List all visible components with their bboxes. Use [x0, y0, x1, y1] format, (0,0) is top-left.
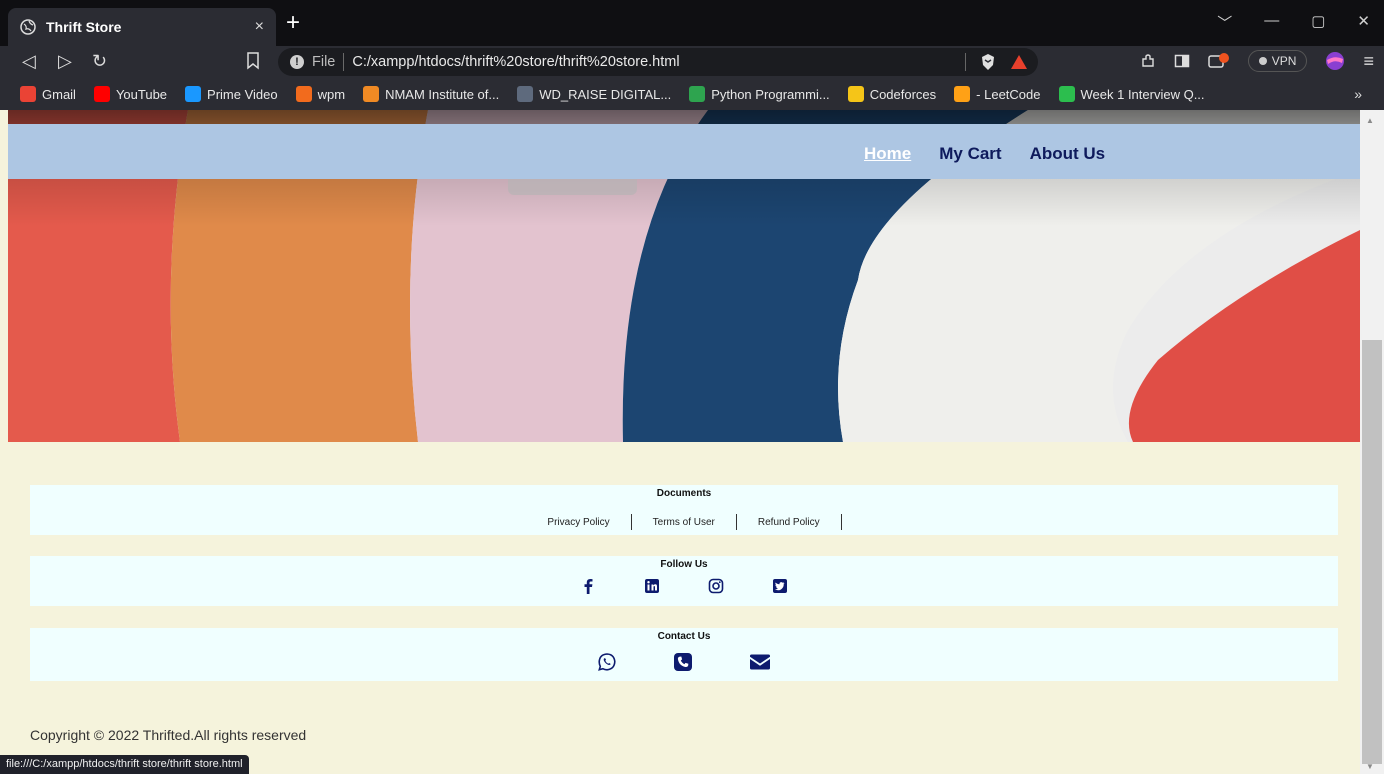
tab-list-chevron-icon[interactable]: ﹀: [1217, 12, 1232, 33]
email-icon[interactable]: [749, 653, 771, 671]
bookmark-icon[interactable]: [246, 52, 260, 70]
new-tab-button[interactable]: +: [286, 10, 300, 36]
bookmark-item[interactable]: - LeetCode: [954, 86, 1041, 102]
bookmark-favicon-icon: [20, 86, 36, 102]
bookmark-item[interactable]: Gmail: [20, 86, 76, 102]
close-window-icon[interactable]: ✕: [1357, 12, 1370, 33]
instagram-icon[interactable]: [708, 578, 724, 594]
nav-home-link[interactable]: Home: [864, 144, 911, 164]
link-divider: [840, 514, 842, 530]
vpn-label: VPN: [1271, 54, 1297, 68]
contact-icons: [30, 652, 1338, 672]
bookmark-label: Python Programmi...: [711, 86, 830, 102]
bookmark-favicon-icon: [847, 86, 864, 102]
vpn-button[interactable]: VPN: [1247, 50, 1308, 72]
address-divider: [965, 53, 966, 71]
minimize-icon[interactable]: —: [1264, 12, 1279, 33]
documents-links: Privacy Policy Terms of User Refund Poli…: [30, 514, 1338, 530]
social-icons: [30, 578, 1338, 594]
bookmark-favicon-icon: [689, 86, 706, 102]
bookmark-label: Gmail: [42, 86, 76, 102]
twitter-icon[interactable]: [772, 578, 788, 594]
bookmarks-overflow-button[interactable]: »: [1354, 86, 1362, 102]
bookmark-item[interactable]: Codeforces: [847, 86, 937, 102]
browser-tab[interactable]: Thrift Store ×: [8, 8, 276, 46]
terms-link[interactable]: Terms of User: [632, 517, 736, 528]
phone-icon[interactable]: [673, 652, 693, 672]
bookmark-favicon-icon: [185, 86, 202, 102]
brave-rewards-icon[interactable]: [1010, 54, 1028, 70]
hero-button-partial: [508, 179, 637, 195]
bookmarks-bar: Gmail YouTube Prime Video wpm NMAM Institute…: [0, 78, 1384, 110]
wallet-icon[interactable]: [1208, 52, 1230, 70]
bookmark-item[interactable]: NMAM Institute of...: [363, 86, 499, 102]
bookmark-label: Week 1 Interview Q...: [1080, 86, 1205, 102]
site-info-icon[interactable]: !: [290, 55, 304, 69]
refund-policy-link[interactable]: Refund Policy: [737, 517, 841, 528]
tab-title: Thrift Store: [46, 19, 122, 35]
bookmark-favicon-icon: [1058, 86, 1075, 102]
vpn-status-icon: [1258, 57, 1267, 65]
url-scheme-label: File: [312, 54, 336, 70]
scroll-thumb[interactable]: [1362, 340, 1382, 764]
bookmark-item[interactable]: Prime Video: [185, 86, 278, 102]
address-bar[interactable]: ! File C:/xampp/htdocs/thrift%20store/th…: [278, 48, 1038, 76]
restore-icon[interactable]: ▢: [1311, 12, 1325, 33]
globe-icon: [20, 19, 36, 35]
linkedin-icon[interactable]: [644, 578, 660, 594]
nav-cart-link[interactable]: My Cart: [939, 144, 1001, 164]
back-icon[interactable]: ◁: [22, 51, 36, 72]
bookmark-item[interactable]: YouTube: [93, 86, 168, 102]
browser-tab-strip: Thrift Store × + ﹀ — ▢ ✕: [0, 0, 1384, 46]
whatsapp-icon[interactable]: [597, 652, 617, 672]
copyright-text: Copyright © 2022 Thrifted.All rights res…: [30, 727, 307, 743]
documents-section: Documents Privacy Policy Terms of User R…: [30, 485, 1338, 535]
scroll-down-arrow-icon[interactable]: ▼: [1366, 762, 1374, 771]
bookmark-label: Codeforces: [869, 86, 937, 102]
tab-close-icon[interactable]: ×: [255, 18, 264, 36]
bookmark-label: YouTube: [115, 86, 168, 102]
bookmark-label: WD_RAISE DIGITAL...: [539, 86, 672, 102]
follow-us-title: Follow Us: [660, 559, 708, 570]
bookmark-item[interactable]: wpm: [295, 86, 346, 102]
link-status-bar: file:///C:/xampp/htdocs/thrift store/thr…: [0, 755, 249, 774]
bookmark-favicon-icon: [954, 86, 971, 102]
privacy-policy-link[interactable]: Privacy Policy: [526, 517, 630, 528]
bookmark-label: NMAM Institute of...: [385, 86, 500, 102]
bookmark-favicon-icon: [93, 86, 110, 102]
bookmark-favicon-icon: [363, 86, 380, 102]
facebook-icon[interactable]: [580, 578, 596, 594]
bookmark-label: - LeetCode: [976, 86, 1041, 102]
contact-us-section: Contact Us: [30, 628, 1338, 681]
site-navbar: [8, 124, 1360, 179]
site-nav-links: Home My Cart About Us: [864, 144, 1105, 164]
brave-shields-icon[interactable]: [980, 53, 996, 71]
bookmark-label: Prime Video: [207, 86, 278, 102]
follow-us-section: Follow Us: [30, 556, 1338, 606]
forward-icon[interactable]: ▷: [58, 51, 72, 72]
nav-about-link[interactable]: About Us: [1030, 144, 1106, 164]
scroll-up-arrow-icon[interactable]: ▲: [1366, 116, 1374, 125]
bookmark-item[interactable]: Python Programmi...: [689, 86, 830, 102]
reload-icon[interactable]: ↻: [92, 51, 107, 72]
sidebar-icon[interactable]: [1174, 53, 1190, 69]
extensions-icon[interactable]: [1140, 53, 1156, 69]
contact-us-title: Contact Us: [657, 631, 711, 642]
page-viewport: Home My Cart About Us Documents Privacy …: [0, 110, 1384, 774]
menu-icon[interactable]: ≡: [1363, 51, 1374, 72]
bookmark-favicon-icon: [295, 86, 312, 102]
bookmark-favicon-icon: [517, 86, 534, 102]
documents-title: Documents: [656, 488, 712, 499]
url-separator: [343, 53, 345, 71]
bookmark-item[interactable]: WD_RAISE DIGITAL...: [517, 86, 671, 102]
page-scrollbar[interactable]: ▲ ▼: [1360, 110, 1384, 774]
bookmark-label: wpm: [317, 86, 346, 102]
profile-avatar-icon[interactable]: [1325, 51, 1345, 71]
window-controls: ﹀ — ▢ ✕: [1217, 12, 1370, 33]
url-text[interactable]: C:/xampp/htdocs/thrift%20store/thrift%20…: [352, 54, 679, 70]
bookmark-item[interactable]: Week 1 Interview Q...: [1058, 86, 1205, 102]
browser-toolbar: ◁ ▷ ↻ ! File C:/xampp/htdocs/thrift%20st…: [0, 46, 1384, 78]
